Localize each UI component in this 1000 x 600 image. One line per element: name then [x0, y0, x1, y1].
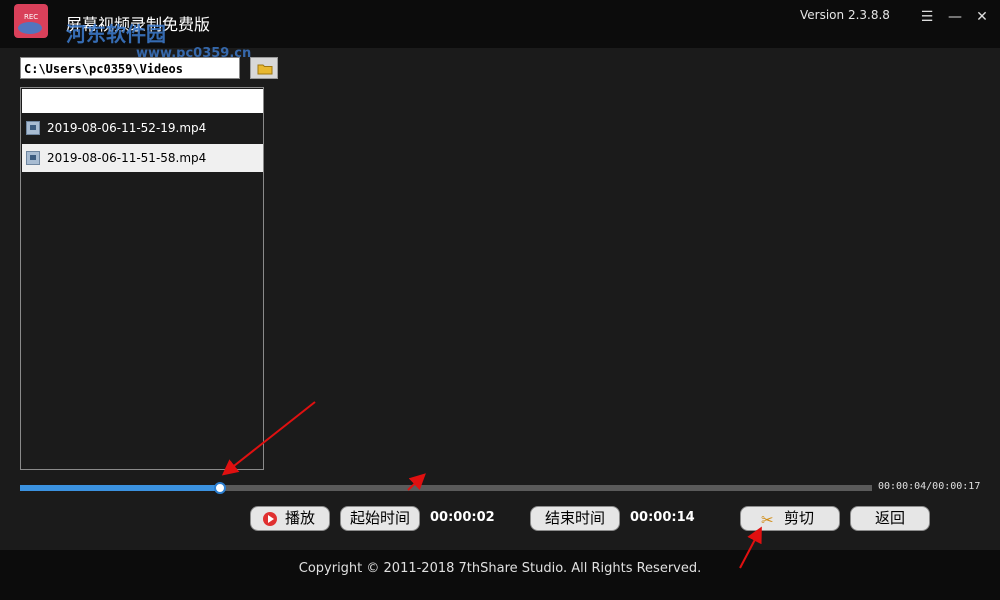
- video-file-icon: [26, 121, 40, 135]
- file-list-header: [22, 89, 263, 113]
- watermark-logo: 河东软件园: [66, 18, 166, 47]
- list-item-selected[interactable]: 2019-08-06-11-51-58.mp4: [22, 144, 263, 172]
- scissors-icon: ✂: [761, 509, 774, 532]
- back-button[interactable]: 返回: [850, 506, 930, 531]
- file-name: 2019-08-06-11-51-58.mp4: [47, 151, 206, 165]
- menu-icon[interactable]: ☰: [917, 7, 937, 27]
- version-label: Version 2.3.8.8: [800, 8, 890, 22]
- time-readout: 00:00:04/00:00:17: [878, 481, 980, 492]
- playback-progress-slider[interactable]: [20, 485, 872, 491]
- footer: Copyright © 2011-2018 7thShare Studio. A…: [0, 550, 1000, 600]
- video-file-icon: [26, 151, 40, 165]
- play-button[interactable]: 播放: [250, 506, 330, 531]
- copyright-text: Copyright © 2011-2018 7thShare Studio. A…: [0, 561, 1000, 576]
- close-icon[interactable]: ✕: [972, 7, 992, 27]
- play-button-label: 播放: [285, 509, 315, 527]
- video-file-list: 2019-08-06-11-52-19.mp4 2019-08-06-11-51…: [20, 87, 264, 470]
- app-window: REC 屏幕视频录制免费版 河东软件园 www.pc0359.cn Versio…: [0, 0, 1000, 600]
- cut-button-label: 剪切: [784, 509, 814, 527]
- folder-icon: [257, 62, 273, 76]
- app-logo-icon: REC: [14, 4, 48, 38]
- title-bar: REC 屏幕视频录制免费版 河东软件园 www.pc0359.cn Versio…: [0, 0, 1000, 48]
- end-time-button[interactable]: 结束时间: [530, 506, 620, 531]
- browse-folder-button[interactable]: [250, 57, 278, 79]
- progress-handle[interactable]: [214, 482, 226, 494]
- play-icon: [263, 512, 277, 526]
- list-item[interactable]: 2019-08-06-11-52-19.mp4: [22, 114, 263, 142]
- start-time-button[interactable]: 起始时间: [340, 506, 420, 531]
- end-time-value: 00:00:14: [630, 510, 695, 525]
- folder-path-input[interactable]: C:\Users\pc0359\Videos: [20, 57, 240, 79]
- minimize-icon[interactable]: —: [945, 7, 965, 27]
- start-time-value: 00:00:02: [430, 510, 495, 525]
- file-name: 2019-08-06-11-52-19.mp4: [47, 121, 206, 135]
- app-logo-label: REC: [24, 13, 38, 21]
- progress-fill: [20, 485, 220, 491]
- cut-button[interactable]: ✂ 剪切: [740, 506, 840, 531]
